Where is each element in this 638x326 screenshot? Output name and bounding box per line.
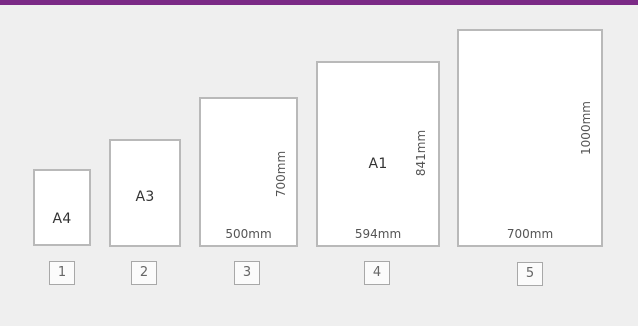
width-dimension: 594mm [354, 227, 402, 241]
sheet-a1: A1 594mm 841mm [316, 61, 440, 247]
sheet-index-4[interactable]: 4 [364, 261, 390, 285]
width-dimension: 500mm [225, 227, 272, 241]
height-dimension: 700mm [273, 150, 288, 198]
width-dimension: 700mm [506, 227, 554, 241]
sheet-index-3[interactable]: 3 [234, 261, 260, 285]
sheet-label: A4 [52, 211, 72, 227]
sheet-index-1[interactable]: 1 [49, 261, 75, 285]
sheet-500x700: 500mm 700mm [199, 97, 298, 247]
height-dimension: 841mm [413, 129, 428, 177]
sheet-700x1000: 700mm 1000mm [457, 29, 603, 247]
paper-size-diagram: A4 1 A3 2 500mm 700mm 3 A1 594mm 841mm 4… [0, 5, 638, 326]
sheet-index-5[interactable]: 5 [517, 262, 543, 286]
sheet-a4: A4 [33, 169, 91, 246]
height-dimension: 1000mm [579, 101, 594, 155]
sheet-a3: A3 [109, 139, 181, 247]
sheet-index-2[interactable]: 2 [131, 261, 157, 285]
sheet-label: A3 [135, 189, 155, 205]
